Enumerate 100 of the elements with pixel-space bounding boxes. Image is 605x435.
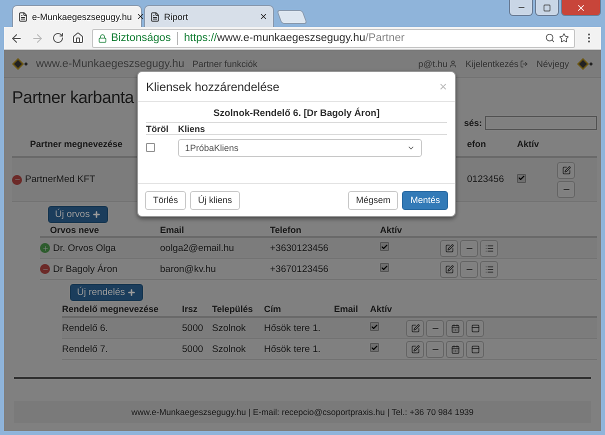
active-checkbox[interactable]	[380, 242, 389, 252]
column-header: Partner megnevezése	[29, 139, 123, 149]
close-icon	[259, 12, 268, 21]
edit-button[interactable]	[440, 260, 458, 278]
browser-tab[interactable]: e-Munkaegeszsegugy.hu	[12, 5, 142, 27]
edit-button[interactable]	[557, 162, 575, 178]
table-cell: Hősök tere 1.	[264, 322, 320, 334]
add-office-button[interactable]: Új rendelés	[70, 284, 144, 301]
table-cell: Hősök tere 1.	[264, 344, 320, 354]
save-button[interactable]: Mentés	[402, 190, 448, 210]
about-link[interactable]: Névjegy	[536, 58, 569, 68]
user-icon	[449, 60, 458, 68]
edit-button[interactable]	[440, 240, 458, 256]
active-checkbox[interactable]	[370, 343, 379, 352]
dialog-subtitle: Szolnok-Rendelő 6. [Dr Bagoly Áron]	[212, 108, 381, 121]
table-cell: Dr. Orvos Olga	[53, 242, 116, 254]
table-cell: +3670123456	[270, 264, 328, 274]
table-cell: Rendelő 6.	[62, 322, 108, 334]
column-header: Irsz	[182, 304, 198, 314]
column-header: Aktív	[380, 225, 402, 235]
plus-icon	[92, 210, 101, 219]
collapse-icon[interactable]	[40, 264, 50, 274]
list-icon	[484, 244, 494, 252]
active-checkbox[interactable]	[370, 322, 379, 332]
dialog-button[interactable]: Törlés	[145, 190, 186, 210]
column-header: Rendelő megnevezése	[62, 304, 159, 314]
table-cell: 5000	[182, 344, 204, 354]
add-doctor-button[interactable]: Új orvos	[48, 206, 108, 223]
column-header: Kliens	[178, 124, 206, 134]
edit-icon	[444, 244, 454, 252]
table-cell: +3630123456	[270, 242, 328, 254]
url-text: https://www.e-munkaegeszsegugy.hu/Partner	[184, 32, 406, 44]
edit-button[interactable]	[406, 320, 424, 336]
edit-icon	[562, 166, 570, 174]
maximize-icon	[543, 4, 551, 12]
active-checkbox[interactable]	[517, 174, 526, 183]
close-button[interactable]	[561, 0, 601, 16]
page-icon	[18, 12, 28, 22]
close-icon	[576, 2, 586, 12]
minimize-button[interactable]	[509, 0, 533, 16]
close-icon	[136, 12, 145, 21]
calendar-button[interactable]	[446, 320, 464, 336]
back-icon[interactable]	[10, 32, 23, 44]
collapse-icon[interactable]	[12, 174, 22, 184]
page-title: Partner karbanta	[12, 88, 134, 109]
dialog-button[interactable]: Új kliens	[190, 190, 240, 210]
column-header: Email	[334, 304, 358, 314]
calendar-icon	[450, 344, 460, 354]
maximize-button[interactable]	[535, 0, 559, 16]
secure-label: Biztonságos	[111, 32, 171, 44]
user-link[interactable]: p@t.hu	[418, 58, 458, 68]
column-header: Orvos neve	[49, 225, 100, 235]
dialog-title: Kliensek hozzárendelése	[146, 80, 280, 94]
logo-icon	[577, 58, 593, 70]
logo-icon	[12, 58, 28, 70]
caret-icon	[407, 144, 415, 152]
table-cell: baron@kv.hu	[160, 264, 216, 274]
search-field[interactable]	[485, 116, 597, 130]
logout-link[interactable]: Kijelentkezés	[465, 58, 528, 68]
home-icon[interactable]	[72, 32, 84, 44]
plus-icon	[127, 288, 136, 297]
star-icon[interactable]	[559, 33, 569, 43]
panel-button[interactable]	[466, 320, 484, 336]
reload-icon[interactable]	[52, 32, 64, 44]
column-header: Email	[160, 225, 184, 235]
edit-icon	[444, 264, 454, 274]
list-button[interactable]	[480, 240, 498, 256]
list-icon	[484, 264, 494, 274]
address-bar[interactable]: Biztonságos https://www.e-munkaegeszsegugy.hu/Partner	[92, 28, 575, 48]
table-cell: Szolnok	[212, 344, 246, 354]
panel-icon	[470, 324, 480, 332]
column-header: Telefon	[270, 225, 302, 235]
calendar-button[interactable]	[446, 340, 464, 358]
column-header: Cím	[264, 304, 282, 314]
table-cell: oolga2@email.hu	[160, 242, 234, 254]
edit-icon	[410, 344, 420, 354]
footer-text: www.e-Munkaegeszsegugy.hu | E-mail: recepcio@csoportpraxis.hu | Tel.: +36 70 984 1939	[131, 407, 474, 417]
edit-icon	[410, 324, 420, 332]
table-cell: PartnerMed KFT	[25, 174, 96, 185]
search-icon[interactable]	[545, 33, 555, 43]
browser-tab[interactable]: Riport	[144, 5, 274, 27]
list-button[interactable]	[480, 260, 498, 278]
site-brand[interactable]: www.e-Munkaegeszsegugy.hu	[36, 58, 184, 70]
table-cell: Rendelő 7.	[62, 344, 108, 354]
cancel-button[interactable]: Mégsem	[348, 190, 398, 210]
table-cell: Szolnok	[212, 322, 246, 334]
table-cell: 5000	[182, 322, 204, 334]
active-checkbox[interactable]	[380, 263, 389, 272]
column-header: Aktív	[517, 139, 540, 149]
search-label: sés:	[464, 118, 482, 128]
panel-icon	[470, 344, 480, 354]
column-header: Töröl	[146, 124, 168, 134]
table-cell: 0123456	[467, 174, 504, 185]
panel-button[interactable]	[466, 340, 484, 358]
client-select[interactable]: 1PróbaKliens	[178, 139, 422, 157]
nav-link[interactable]: Partner funkciók	[192, 58, 258, 68]
table-cell: Dr Bagoly Áron	[53, 264, 118, 274]
edit-button[interactable]	[406, 340, 424, 358]
delete-checkbox[interactable]	[146, 143, 155, 152]
column-header: Település	[212, 304, 253, 314]
